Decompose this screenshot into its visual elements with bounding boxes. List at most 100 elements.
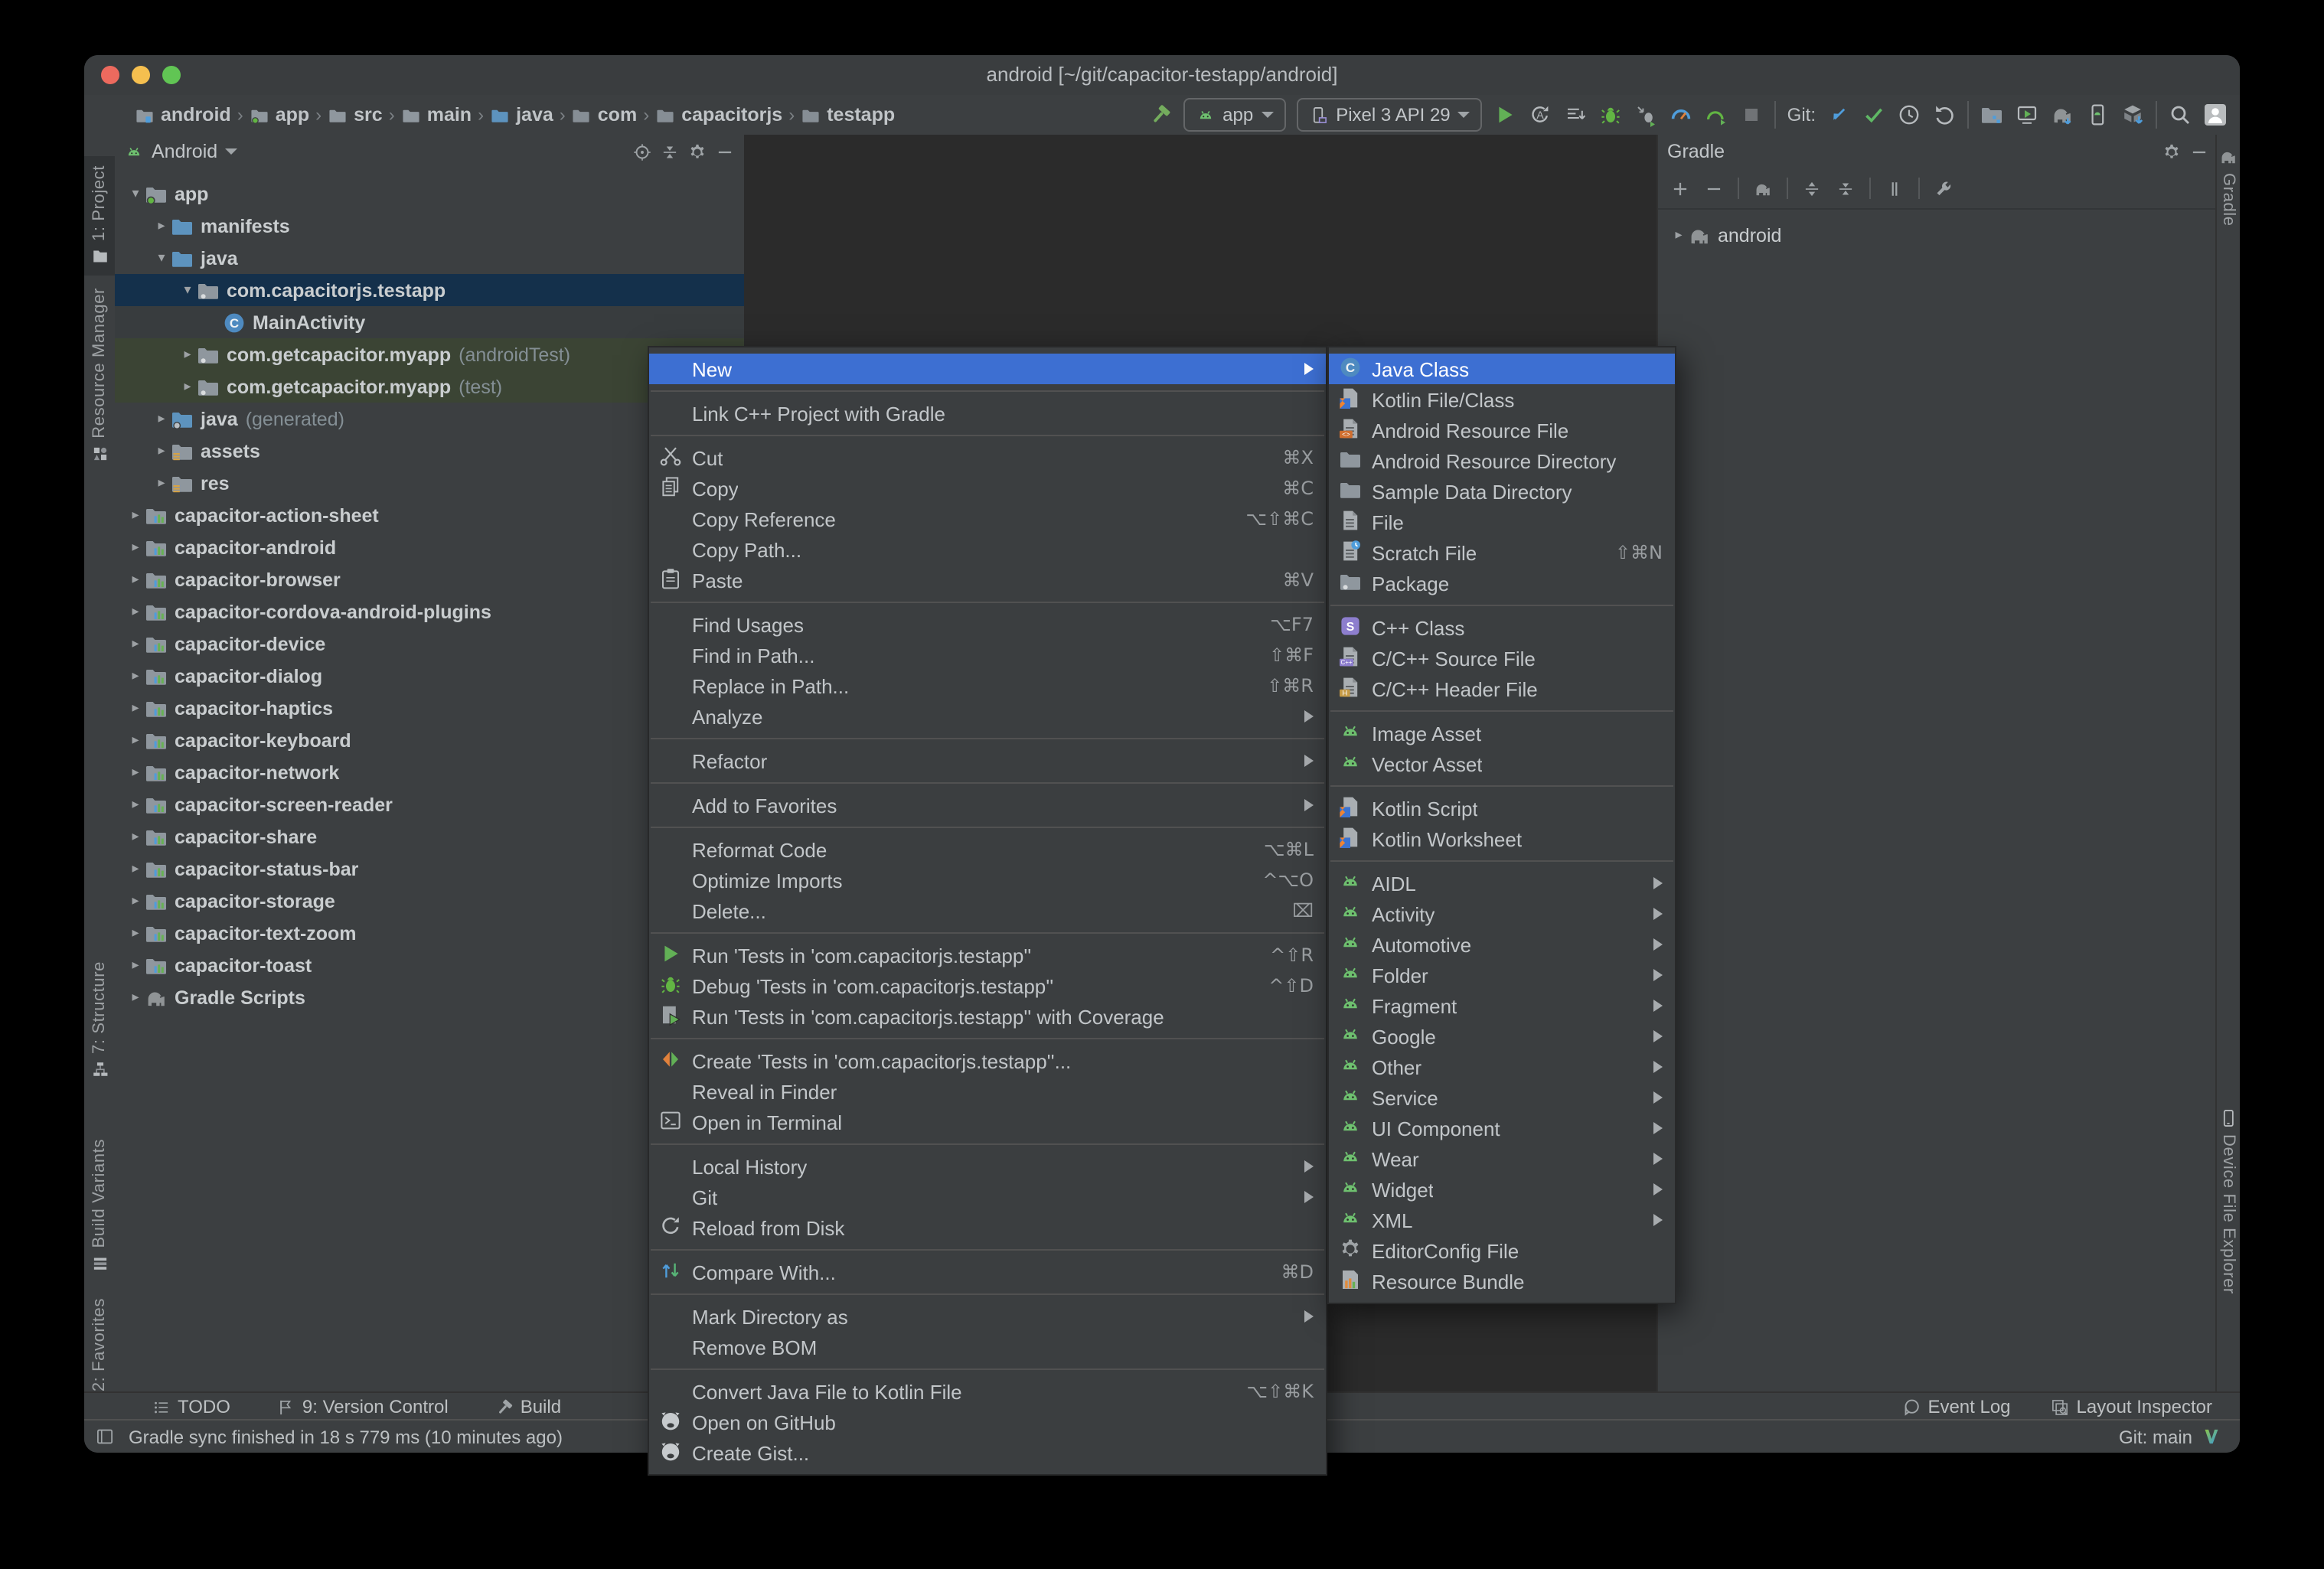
plus-button[interactable] (1670, 178, 1690, 198)
menu-item-reformat-code[interactable]: Reformat Code ⌥⌘L (649, 834, 1326, 865)
menu-item-c-class[interactable]: S C++ Class (1329, 612, 1675, 643)
tree-right-arrow-icon[interactable]: ▸ (127, 925, 144, 941)
split-button[interactable] (1885, 178, 1905, 198)
menu-item-aidl[interactable]: AIDL (1329, 868, 1675, 899)
sidebar-item-gradle[interactable]: Gradle (2217, 147, 2240, 227)
tree-right-arrow-icon[interactable]: ▸ (127, 700, 144, 716)
breadcrumb-item-capacitorjs[interactable]: capacitorjs (655, 104, 782, 126)
run-configuration-select[interactable]: app (1183, 98, 1286, 132)
menu-item-convert-java-file-to-kotlin-file[interactable]: Convert Java File to Kotlin File ⌥⇧⌘K (649, 1376, 1326, 1407)
tree-right-arrow-icon[interactable]: ▸ (153, 442, 170, 459)
tree-right-arrow-icon[interactable]: ▸ (127, 507, 144, 524)
git-history-button[interactable] (1897, 103, 1921, 127)
menu-item-analyze[interactable]: Analyze (649, 701, 1326, 732)
menu-item-java-class[interactable]: C Java Class (1329, 354, 1675, 384)
profile-app-button[interactable] (1705, 103, 1729, 127)
git-v-icon[interactable] (2202, 1427, 2221, 1447)
tree-right-arrow-icon[interactable]: ▸ (127, 860, 144, 877)
menu-item-compare-with-[interactable]: Compare With... ⌘D (649, 1257, 1326, 1287)
menu-item-open-in-terminal[interactable]: Open in Terminal (649, 1107, 1326, 1137)
expand-all-button[interactable] (1802, 178, 1822, 198)
toolwindow-button-todo[interactable]: TODO (152, 1396, 230, 1417)
menu-item-add-to-favorites[interactable]: Add to Favorites (649, 790, 1326, 820)
menu-item-android-resource-directory[interactable]: Android Resource Directory (1329, 445, 1675, 476)
emulator-button[interactable] (2015, 103, 2039, 127)
menu-item-vector-asset[interactable]: Vector Asset (1329, 749, 1675, 779)
breadcrumb-item-src[interactable]: src (328, 104, 383, 126)
menu-item-scratch-file[interactable]: Scratch File ⇧⌘N (1329, 537, 1675, 568)
menu-item-create-tests-in-com-capacitorjs-testapp-[interactable]: Create 'Tests in 'com.capacitorjs.testap… (649, 1045, 1326, 1076)
device-manager-button[interactable] (2085, 103, 2110, 127)
minus-button[interactable] (1704, 178, 1724, 198)
tree-down-arrow-icon[interactable]: ▾ (153, 250, 170, 266)
tree-row-mainactivity[interactable]: C MainActivity (115, 306, 744, 338)
tree-row-com-capacitorjs-testapp[interactable]: ▾ com.capacitorjs.testapp (115, 274, 744, 306)
menu-item-local-history[interactable]: Local History (649, 1151, 1326, 1182)
breadcrumb-item-app[interactable]: app (250, 104, 309, 126)
menu-item-ui-component[interactable]: UI Component (1329, 1113, 1675, 1143)
minus-button[interactable] (715, 142, 735, 161)
attach-debugger-button[interactable] (1634, 103, 1659, 127)
sidebar-item-7-structure[interactable]: 7: Structure (84, 961, 115, 1080)
menu-item-automotive[interactable]: Automotive (1329, 929, 1675, 960)
menu-item-android-resource-file[interactable]: <> Android Resource File (1329, 415, 1675, 445)
menu-item-fragment[interactable]: Fragment (1329, 990, 1675, 1021)
profiler-button[interactable] (1670, 103, 1694, 127)
git-rollback-button[interactable] (1932, 103, 1957, 127)
gear-button[interactable] (2162, 142, 2182, 161)
toolwindow-button-build[interactable]: Build (495, 1396, 561, 1417)
avatar[interactable] (2203, 103, 2228, 127)
tree-right-arrow-icon[interactable]: ▸ (179, 346, 196, 363)
menu-item-sample-data-directory[interactable]: Sample Data Directory (1329, 476, 1675, 507)
menu-item-package[interactable]: Package (1329, 568, 1675, 599)
tree-right-arrow-icon[interactable]: ▸ (127, 892, 144, 909)
menu-item-kotlin-script[interactable]: Kotlin Script (1329, 793, 1675, 824)
target-button[interactable] (632, 142, 652, 161)
collapse-all-button[interactable] (660, 142, 680, 161)
menu-item-image-asset[interactable]: Image Asset (1329, 718, 1675, 749)
tree-right-arrow-icon[interactable]: ▸ (127, 732, 144, 749)
menu-item-cut[interactable]: Cut ⌘X (649, 442, 1326, 473)
tree-right-arrow-icon[interactable]: ▸ (179, 378, 196, 395)
build-button[interactable] (1147, 103, 1172, 127)
tree-row-java[interactable]: ▾ java (115, 242, 744, 274)
gear-button[interactable] (687, 142, 707, 161)
tree-right-arrow-icon[interactable]: ▸ (127, 764, 144, 781)
menu-item-google[interactable]: Google (1329, 1021, 1675, 1052)
toolwindow-button-9-version-control[interactable]: 9: Version Control (276, 1396, 449, 1417)
tree-right-arrow-icon[interactable]: ▸ (153, 475, 170, 491)
tree-right-arrow-icon[interactable]: ▸ (127, 635, 144, 652)
tree-row-manifests[interactable]: ▸ manifests (115, 210, 744, 242)
tree-right-arrow-icon[interactable]: ▸ (127, 571, 144, 588)
breadcrumb-item-java[interactable]: java (490, 104, 553, 126)
tool-window-stripes-toggle[interactable] (95, 1427, 115, 1447)
apply-changes-button[interactable]: A (1529, 103, 1553, 127)
tree-right-arrow-icon[interactable]: ▸ (153, 410, 170, 427)
menu-item-reveal-in-finder[interactable]: Reveal in Finder (649, 1076, 1326, 1107)
menu-item-find-usages[interactable]: Find Usages ⌥F7 (649, 609, 1326, 640)
tree-row-app[interactable]: ▾ app (115, 178, 744, 210)
tree-right-arrow-icon[interactable]: ▸ (153, 217, 170, 234)
tree-down-arrow-icon[interactable]: ▾ (127, 185, 144, 202)
menu-item-new[interactable]: New (649, 354, 1326, 384)
menu-item-folder[interactable]: Folder (1329, 960, 1675, 990)
search-everywhere-button[interactable] (2168, 103, 2192, 127)
menu-item-paste[interactable]: Paste ⌘V (649, 565, 1326, 595)
menu-item-run-tests-in-com-capacitorjs-testapp-[interactable]: Run 'Tests in 'com.capacitorjs.testapp''… (649, 940, 1326, 970)
collapse-all-button[interactable] (1836, 178, 1856, 198)
menu-item-kotlin-worksheet[interactable]: Kotlin Worksheet (1329, 824, 1675, 854)
breadcrumb-item-android[interactable]: android (135, 104, 231, 126)
tree-down-arrow-icon[interactable]: ▾ (179, 282, 196, 298)
menu-item-wear[interactable]: Wear (1329, 1143, 1675, 1174)
git-update-button[interactable] (1826, 103, 1851, 127)
tree-right-arrow-icon[interactable]: ▸ (127, 796, 144, 813)
menu-item-editorconfig-file[interactable]: EditorConfig File (1329, 1235, 1675, 1266)
menu-item-open-on-github[interactable]: Open on GitHub (649, 1407, 1326, 1437)
menu-item-copy[interactable]: Copy ⌘C (649, 473, 1326, 504)
breadcrumb-item-com[interactable]: com (572, 104, 637, 126)
menu-item-optimize-imports[interactable]: Optimize Imports ^⌥O (649, 865, 1326, 895)
menu-item-run-tests-in-com-capacitorjs-testapp-with-coverage[interactable]: Run 'Tests in 'com.capacitorjs.testapp''… (649, 1001, 1326, 1032)
elephant-button[interactable] (1753, 178, 1773, 198)
tree-right-arrow-icon[interactable]: ▸ (1670, 227, 1687, 243)
menu-item-mark-directory-as[interactable]: Mark Directory as (649, 1301, 1326, 1332)
